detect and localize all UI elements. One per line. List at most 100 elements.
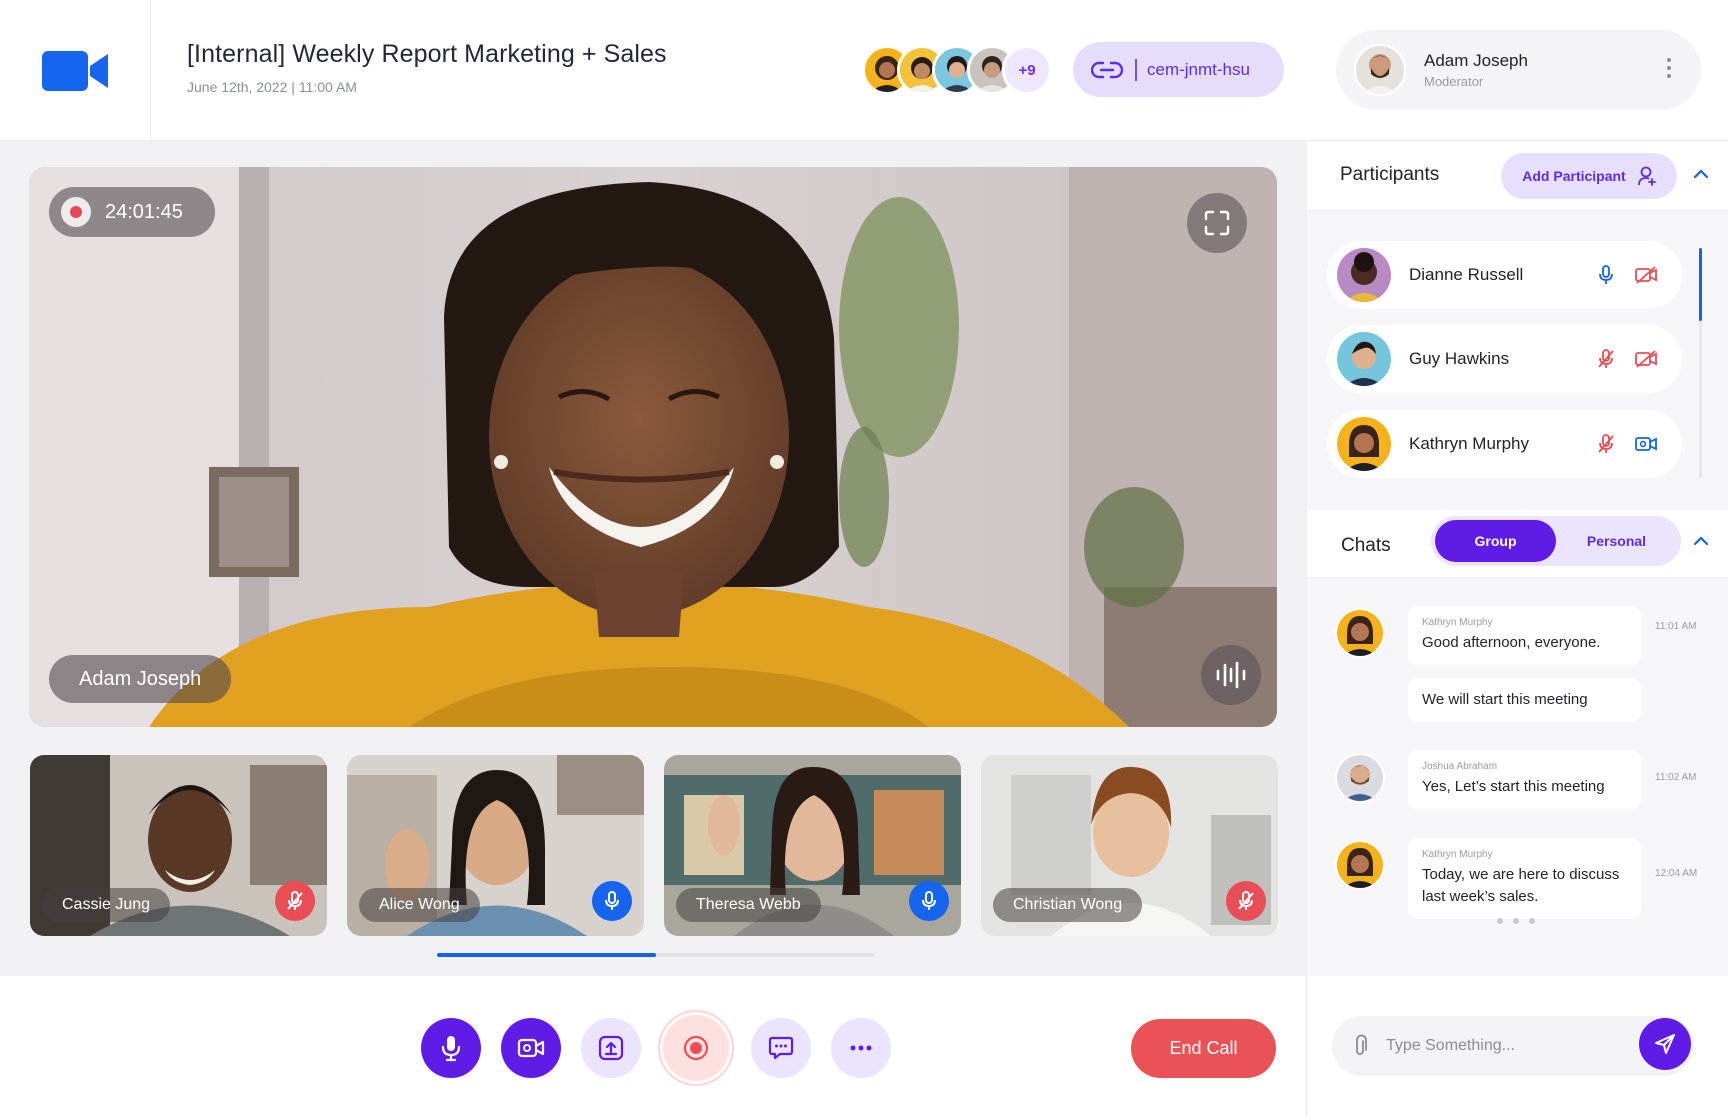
- app-logo[interactable]: [0, 0, 151, 141]
- participant-item[interactable]: Guy Hawkins: [1327, 325, 1682, 393]
- tab-group[interactable]: Group: [1435, 520, 1556, 562]
- collapse-participants-button[interactable]: [1693, 169, 1709, 179]
- speaker-name-label: Adam Joseph: [49, 655, 232, 703]
- upload-share-icon: [598, 1035, 624, 1061]
- chats-title: Chats: [1341, 535, 1391, 556]
- chats-header: Chats Group Personal: [1307, 510, 1728, 578]
- mic-icon: [605, 891, 619, 910]
- mic-off-icon[interactable]: [1596, 433, 1616, 455]
- audio-wave-icon: [1216, 661, 1246, 689]
- more-vertical-icon[interactable]: [1667, 58, 1671, 78]
- mic-off-icon: [1238, 891, 1254, 910]
- speaker-video-image: [29, 167, 1277, 727]
- more-participants-badge[interactable]: +9: [1002, 45, 1052, 95]
- paperclip-icon[interactable]: [1352, 1034, 1368, 1058]
- fullscreen-icon: [1204, 210, 1230, 236]
- thumbnail-video-alice-wong[interactable]: Alice Wong: [347, 755, 644, 936]
- mic-active-button[interactable]: [909, 881, 949, 921]
- participant-status-icons: [1596, 264, 1658, 286]
- message-text: We will start this meeting: [1422, 691, 1588, 708]
- participants-scroll-thumb[interactable]: [1699, 248, 1702, 321]
- record-button[interactable]: [663, 1015, 729, 1081]
- chat-bubble-icon: [768, 1036, 794, 1060]
- participant-status-icons: [1596, 433, 1658, 455]
- microphone-button[interactable]: [421, 1018, 481, 1078]
- thumbnail-scroll-bar[interactable]: [437, 953, 875, 957]
- chevron-up-icon: [1693, 536, 1709, 546]
- share-screen-button[interactable]: [581, 1018, 641, 1078]
- thumbnail-video-christian-wong[interactable]: Christian Wong: [981, 755, 1278, 936]
- add-participant-button[interactable]: Add Participant: [1501, 153, 1677, 199]
- participants-title: Participants: [1340, 164, 1440, 185]
- video-camera-icon[interactable]: [1634, 434, 1658, 454]
- participant-name: Guy Hawkins: [1409, 349, 1510, 368]
- user-role: Moderator: [1424, 74, 1484, 89]
- thumbnail-video-theresa-webb[interactable]: Theresa Webb: [664, 755, 961, 936]
- pill-divider: [1135, 58, 1137, 81]
- camera-button[interactable]: [501, 1018, 561, 1078]
- add-user-icon: [1637, 166, 1656, 186]
- record-icon: [683, 1035, 709, 1061]
- message-time: 11:01 AM: [1655, 621, 1697, 632]
- message-sender: Kathryn Murphy: [1422, 617, 1493, 628]
- chat-button[interactable]: [751, 1018, 811, 1078]
- attendee-avatars[interactable]: +9: [862, 45, 1052, 95]
- chat-message: Joshua Abraham Yes, Let’s start this mee…: [1408, 750, 1641, 809]
- meeting-link-button[interactable]: cem-jnmt-hsu: [1073, 42, 1284, 97]
- video-camera-icon: [517, 1038, 545, 1058]
- mic-muted-button[interactable]: [1226, 881, 1266, 921]
- chat-messages: Kathryn Murphy Good afternoon, everyone.…: [1307, 578, 1728, 976]
- message-sender: Kathryn Murphy: [1422, 849, 1493, 860]
- meeting-info: [Internal] Weekly Report Marketing + Sal…: [187, 40, 667, 95]
- main-video-feed[interactable]: 24:01:45 Adam Joseph: [29, 167, 1277, 727]
- message-text: Today, we are here to discuss last week’…: [1422, 866, 1620, 905]
- chat-tab-switch: Group Personal: [1431, 516, 1681, 566]
- mic-icon: [922, 891, 936, 910]
- participant-item[interactable]: Kathryn Murphy: [1327, 410, 1682, 478]
- avatar: [1337, 248, 1391, 302]
- avatar: [1337, 417, 1391, 471]
- participant-name-label: Christian Wong: [993, 888, 1143, 922]
- audio-level-button[interactable]: [1201, 645, 1261, 705]
- thumbnail-video-cassie-jung[interactable]: Cassie Jung: [30, 755, 327, 936]
- participant-item[interactable]: Dianne Russell: [1327, 241, 1682, 309]
- mic-icon[interactable]: [1596, 264, 1616, 286]
- video-stage: 24:01:45 Adam Joseph Cassie Jung Alice W…: [0, 141, 1306, 976]
- camera-off-icon[interactable]: [1634, 265, 1658, 285]
- collapse-chats-button[interactable]: [1693, 536, 1709, 546]
- meeting-title: [Internal] Weekly Report Marketing + Sal…: [187, 40, 667, 68]
- mic-off-icon[interactable]: [1596, 348, 1616, 370]
- camera-off-icon[interactable]: [1634, 349, 1658, 369]
- participant-name-label: Theresa Webb: [676, 888, 821, 922]
- link-icon: [1091, 61, 1123, 78]
- chevron-up-icon: [1693, 169, 1709, 179]
- top-header: [Internal] Weekly Report Marketing + Sal…: [0, 0, 1728, 141]
- participant-status-icons: [1596, 348, 1658, 370]
- chat-message: Kathryn Murphy Good afternoon, everyone.: [1408, 606, 1641, 665]
- participants-scrollbar[interactable]: [1699, 248, 1702, 478]
- user-info: Adam Joseph Moderator: [1424, 51, 1528, 89]
- participant-name-label: Cassie Jung: [42, 888, 171, 922]
- fullscreen-button[interactable]: [1187, 193, 1247, 253]
- meeting-datetime: June 12th, 2022 | 11:00 AM: [187, 79, 357, 95]
- send-message-button[interactable]: [1639, 1018, 1691, 1070]
- meeting-code: cem-jnmt-hsu: [1147, 59, 1250, 79]
- chat-message-input[interactable]: [1386, 1037, 1586, 1055]
- participant-name-label: Alice Wong: [359, 888, 480, 922]
- more-options-button[interactable]: [831, 1018, 891, 1078]
- participant-thumbnails: Cassie Jung Alice Wong Theresa Webb Chri…: [30, 755, 1278, 936]
- message-sender: Joshua Abraham: [1422, 761, 1498, 772]
- message-time: 11:02 AM: [1655, 772, 1697, 783]
- end-call-button[interactable]: End Call: [1131, 1019, 1276, 1078]
- user-profile-card[interactable]: Adam Joseph Moderator: [1336, 30, 1701, 110]
- tab-personal[interactable]: Personal: [1556, 520, 1677, 562]
- call-controls-bar: End Call: [0, 976, 1306, 1117]
- mic-active-button[interactable]: [592, 881, 632, 921]
- avatar: [1335, 753, 1385, 803]
- avatar: [1354, 44, 1406, 96]
- typing-indicator: [1497, 918, 1535, 924]
- mic-muted-button[interactable]: [275, 881, 315, 921]
- message-text: Yes, Let’s start this meeting: [1422, 778, 1605, 795]
- thumbnail-scroll-thumb[interactable]: [437, 953, 656, 957]
- more-horizontal-icon: [850, 1045, 872, 1051]
